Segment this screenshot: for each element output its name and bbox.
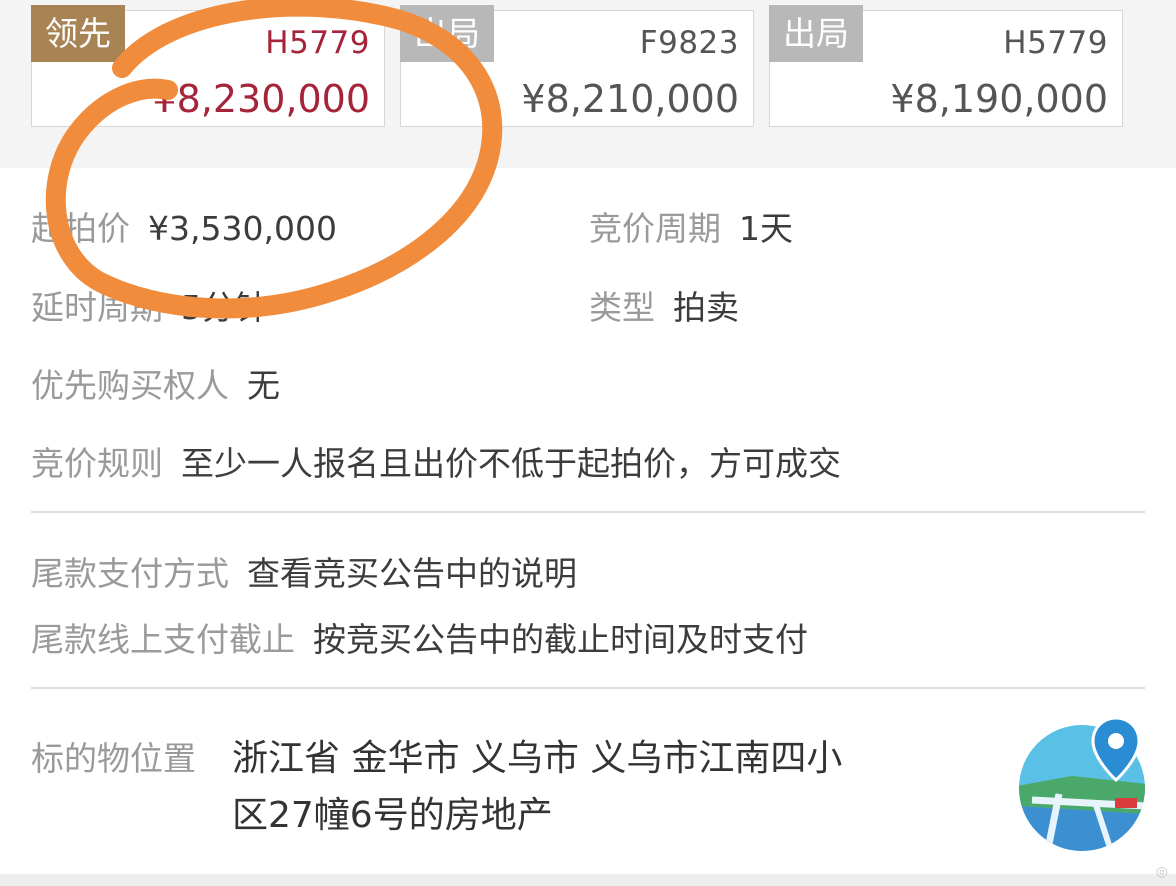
watermark-logo: ◎ bbox=[1155, 864, 1168, 880]
bid-amount: ¥8,190,000 bbox=[890, 77, 1108, 121]
bidder-id: H5779 bbox=[265, 25, 370, 61]
bid-amount: ¥8,210,000 bbox=[521, 77, 739, 121]
type-row: 类型 拍卖 bbox=[589, 281, 739, 329]
type-label: 类型 bbox=[589, 288, 655, 327]
priority-buyer-value: 无 bbox=[247, 366, 280, 405]
start-price-row: 起拍价 ¥3,530,000 bbox=[31, 202, 337, 250]
priority-buyer-label: 优先购买权人 bbox=[31, 366, 229, 405]
section-divider bbox=[31, 687, 1145, 689]
bid-cycle-label: 竞价周期 bbox=[589, 209, 721, 248]
bidder-id: F9823 bbox=[639, 25, 739, 61]
payment-method-label: 尾款支付方式 bbox=[31, 554, 229, 593]
delay-cycle-value: 5分钟 bbox=[181, 288, 268, 327]
payment-deadline-label: 尾款线上支付截止 bbox=[31, 620, 295, 659]
payment-deadline-value: 按竞买公告中的截止时间及时支付 bbox=[313, 620, 808, 659]
lead-badge: 领先 bbox=[31, 5, 125, 62]
outbid-badge: 出局 bbox=[400, 5, 494, 62]
payment-method-row: 尾款支付方式 查看竞买公告中的说明 bbox=[31, 547, 577, 595]
bid-card-outbid: 出局 F9823 ¥8,210,000 bbox=[400, 5, 754, 127]
bidder-id: H5779 bbox=[1003, 25, 1108, 61]
type-value: 拍卖 bbox=[673, 288, 739, 327]
bid-cycle-value: 1天 bbox=[739, 209, 793, 248]
bid-rule-row: 竞价规则 至少一人报名且出价不低于起拍价，方可成交 bbox=[31, 437, 841, 485]
bid-rule-label: 竞价规则 bbox=[31, 444, 163, 483]
start-price-value: ¥3,530,000 bbox=[148, 209, 337, 248]
location-value: 浙江省 金华市 义乌市 义乌市江南四小区27幢6号的房地产 bbox=[232, 738, 843, 836]
priority-buyer-row: 优先购买权人无 bbox=[31, 359, 280, 407]
bid-cycle-row: 竞价周期 1天 bbox=[589, 202, 793, 250]
payment-deadline-row: 尾款线上支付截止 按竞买公告中的截止时间及时支付 bbox=[31, 613, 808, 661]
bid-amount: ¥8,230,000 bbox=[152, 77, 370, 121]
start-price-label: 起拍价 bbox=[31, 209, 130, 248]
delay-cycle-row: 延时周期 5分钟 bbox=[31, 281, 268, 329]
bid-card-leading: 领先 H5779 ¥8,230,000 bbox=[31, 5, 385, 127]
map-pin-icon[interactable] bbox=[1017, 714, 1147, 852]
outbid-badge: 出局 bbox=[769, 5, 863, 62]
bid-rule-value: 至少一人报名且出价不低于起拍价，方可成交 bbox=[181, 444, 841, 483]
bottom-strip bbox=[0, 874, 1176, 886]
location-label: 标的物位置 bbox=[31, 739, 196, 778]
bid-card-outbid: 出局 H5779 ¥8,190,000 bbox=[769, 5, 1123, 127]
delay-cycle-label: 延时周期 bbox=[31, 288, 163, 327]
section-divider bbox=[31, 511, 1145, 513]
payment-method-value: 查看竞买公告中的说明 bbox=[247, 554, 577, 593]
